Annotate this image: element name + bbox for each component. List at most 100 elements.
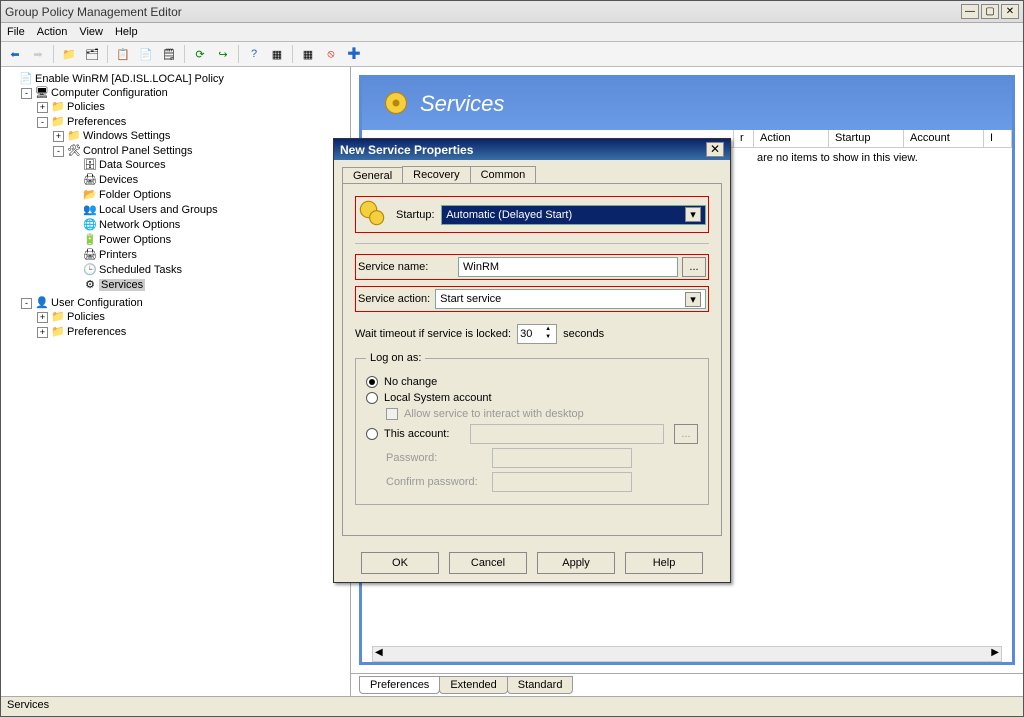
up-button[interactable]: 📁 [59, 44, 79, 64]
tree-toggle[interactable]: - [21, 88, 32, 99]
bottom-tabs: Preferences Extended Standard [351, 673, 1023, 696]
forward-button[interactable]: ➡ [28, 44, 48, 64]
statusbar: Services [1, 696, 1023, 716]
tree-folder-options[interactable]: Folder Options [99, 189, 171, 201]
tree-pane[interactable]: 📄Enable WinRM [AD.ISL.LOCAL] Policy -🖥Co… [1, 67, 351, 696]
radio-this-account[interactable] [366, 428, 378, 440]
radio-no-change[interactable] [366, 376, 378, 388]
menu-view[interactable]: View [79, 26, 103, 38]
toggle-tree-button[interactable]: 🗂 [82, 44, 102, 64]
toolbar: ⬅ ➡ 📁 🗂 📋 📄 🗒 ⟳ ↪ ? ▦ ▦ ⦸ ✚ [1, 42, 1023, 67]
col-i[interactable]: I [984, 130, 1012, 147]
dialog-body: Startup: Automatic (Delayed Start) ▾ Ser… [342, 183, 722, 536]
chevron-down-icon: ▾ [685, 207, 701, 222]
col-startup[interactable]: Startup [829, 130, 904, 147]
service-action-dropdown[interactable]: Start service ▾ [435, 289, 706, 309]
copy-button[interactable]: 📋 [113, 44, 133, 64]
add-button[interactable]: ✚ [344, 44, 364, 64]
wait-timeout-label: Wait timeout if service is locked: [355, 328, 511, 340]
tree-network-options[interactable]: Network Options [99, 219, 180, 231]
tab-standard[interactable]: Standard [507, 676, 574, 694]
maximize-button[interactable]: ▢ [981, 4, 999, 19]
menu-file[interactable]: File [7, 26, 25, 38]
properties-button[interactable]: 🗒 [159, 44, 179, 64]
wait-timeout-unit: seconds [563, 328, 604, 340]
password-input [492, 448, 632, 468]
help-button[interactable]: Help [625, 552, 703, 574]
export-button[interactable]: ↪ [213, 44, 233, 64]
confirm-password-input [492, 472, 632, 492]
tree-printers[interactable]: Printers [99, 249, 137, 261]
back-button[interactable]: ⬅ [5, 44, 25, 64]
dialog-close-button[interactable]: ✕ [706, 142, 724, 157]
col-r[interactable]: r [734, 130, 754, 147]
tree-windows-settings[interactable]: Windows Settings [83, 130, 170, 142]
tree-computer-config[interactable]: Computer Configuration [51, 87, 168, 99]
tree-local-users[interactable]: Local Users and Groups [99, 204, 218, 216]
checkbox-allow-interact [386, 408, 398, 420]
tree-data-sources[interactable]: Data Sources [99, 159, 166, 171]
spinner-buttons[interactable]: ▲▼ [542, 325, 554, 343]
tree-toggle[interactable]: + [53, 131, 64, 142]
startup-dropdown[interactable]: Automatic (Delayed Start) ▾ [441, 205, 706, 225]
no-change-label: No change [384, 376, 437, 388]
window-title: Group Policy Management Editor [5, 5, 961, 19]
cancel-button[interactable]: Cancel [449, 552, 527, 574]
filter-button[interactable]: ▦ [267, 44, 287, 64]
tree-power-options[interactable]: Power Options [99, 234, 171, 246]
tree-toggle[interactable]: + [37, 102, 48, 113]
tree-toggle[interactable]: - [21, 298, 32, 309]
stop-button[interactable]: ⦸ [321, 44, 341, 64]
service-browse-button[interactable]: ... [682, 257, 706, 277]
tree-toggle[interactable]: - [53, 146, 64, 157]
dialog-buttons: OK Cancel Apply Help [334, 544, 730, 582]
services-header: Services [359, 75, 1015, 130]
paste-button[interactable]: 📄 [136, 44, 156, 64]
tree-control-panel[interactable]: Control Panel Settings [83, 145, 192, 157]
service-name-input[interactable]: WinRM [458, 257, 678, 277]
horizontal-scrollbar[interactable] [372, 646, 1002, 662]
minimize-button[interactable]: — [961, 4, 979, 19]
tree-u-policies[interactable]: Policies [67, 311, 105, 323]
logon-legend: Log on as: [366, 352, 425, 364]
services-title: Services [420, 91, 504, 117]
menu-action[interactable]: Action [37, 26, 68, 38]
tree-root[interactable]: Enable WinRM [AD.ISL.LOCAL] Policy [35, 73, 224, 85]
tab-extended[interactable]: Extended [439, 676, 507, 694]
logon-fieldset: Log on as: No change Local System accoun… [355, 352, 709, 505]
apply-button[interactable]: Apply [537, 552, 615, 574]
close-button[interactable]: ✕ [1001, 4, 1019, 19]
wait-timeout-spinner[interactable]: 30 ▲▼ [517, 324, 557, 344]
tab-common[interactable]: Common [470, 166, 537, 183]
dialog-title: New Service Properties [340, 143, 706, 157]
ok-button[interactable]: OK [361, 552, 439, 574]
service-action-label: Service action: [358, 293, 435, 305]
tree-toggle[interactable]: - [37, 117, 48, 128]
tree-u-prefs[interactable]: Preferences [67, 326, 126, 338]
tab-preferences[interactable]: Preferences [359, 676, 440, 694]
radio-local-system[interactable] [366, 392, 378, 404]
help-button[interactable]: ? [244, 44, 264, 64]
tree-toggle[interactable]: + [37, 312, 48, 323]
menu-help[interactable]: Help [115, 26, 138, 38]
new-service-properties-dialog: New Service Properties ✕ General Recover… [333, 138, 731, 583]
tree-services[interactable]: Services [99, 279, 145, 291]
password-label: Password: [386, 452, 486, 464]
tree-policies[interactable]: Policies [67, 101, 105, 113]
tree-toggle[interactable]: + [37, 327, 48, 338]
tree-devices[interactable]: Devices [99, 174, 138, 186]
tree-scheduled-tasks[interactable]: Scheduled Tasks [99, 264, 182, 276]
services-icon [382, 89, 410, 120]
tree-preferences[interactable]: Preferences [67, 116, 126, 128]
tab-recovery[interactable]: Recovery [402, 166, 470, 183]
col-account[interactable]: Account [904, 130, 984, 147]
startup-label: Startup: [396, 209, 441, 221]
this-account-browse: ... [674, 424, 698, 444]
tree-user-config[interactable]: User Configuration [51, 297, 143, 309]
tab-general[interactable]: General [342, 167, 403, 184]
refresh-button[interactable]: ⟳ [190, 44, 210, 64]
allow-interact-label: Allow service to interact with desktop [404, 408, 584, 420]
confirm-password-label: Confirm password: [386, 476, 486, 488]
action-button[interactable]: ▦ [298, 44, 318, 64]
col-action[interactable]: Action [754, 130, 829, 147]
